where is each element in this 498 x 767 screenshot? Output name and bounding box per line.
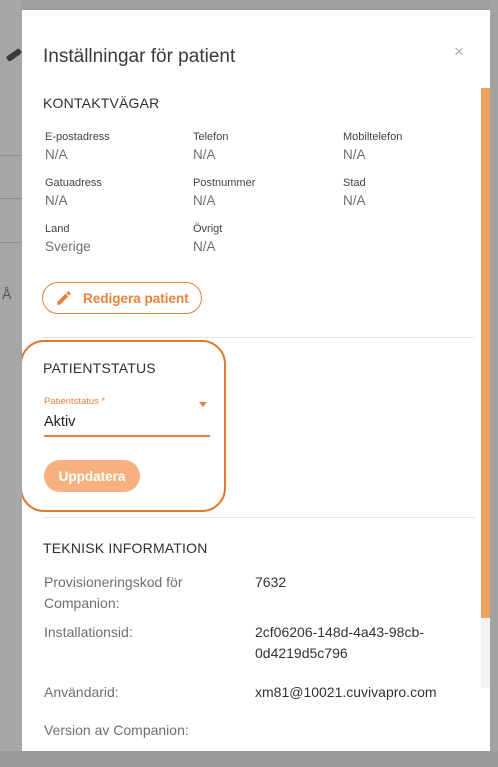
installation-id-key: Installationsid: bbox=[44, 624, 133, 640]
postcode-value: N/A bbox=[193, 193, 216, 208]
scrollbar-thumb[interactable] bbox=[481, 88, 490, 618]
patient-settings-dialog: Inställningar för patient × KONTAKTVÄGAR… bbox=[22, 10, 490, 751]
postcode-label: Postnummer bbox=[193, 177, 256, 189]
backdrop-left-strip bbox=[0, 0, 22, 767]
mobile-label: Mobiltelefon bbox=[343, 131, 403, 143]
backdrop-right-strip bbox=[490, 0, 498, 767]
other-value: N/A bbox=[193, 239, 216, 254]
companion-version-key: Version av Companion: bbox=[44, 722, 189, 738]
section-divider bbox=[43, 337, 475, 338]
patient-status-underline bbox=[44, 435, 210, 437]
backdrop-top bbox=[0, 0, 498, 10]
user-id-key: Användarid: bbox=[44, 684, 119, 700]
email-label: E-postadress bbox=[45, 131, 110, 143]
city-label: Stad bbox=[343, 177, 366, 189]
mobile-value: N/A bbox=[343, 147, 366, 162]
pencil-icon bbox=[57, 291, 71, 305]
backdrop-bottom bbox=[0, 751, 498, 767]
patient-status-heading: PATIENTSTATUS bbox=[43, 360, 156, 376]
email-value: N/A bbox=[45, 147, 68, 162]
backdrop-glyph: Å bbox=[2, 286, 12, 302]
other-label: Övrigt bbox=[193, 223, 223, 235]
update-button[interactable]: Uppdatera bbox=[44, 460, 140, 492]
backdrop-divider bbox=[0, 155, 22, 156]
close-icon[interactable]: × bbox=[454, 42, 464, 62]
provisioning-code-key: Provisioneringskod för Companion: bbox=[44, 574, 183, 611]
dialog-title: Inställningar för patient bbox=[43, 46, 236, 67]
chevron-down-icon[interactable] bbox=[199, 402, 207, 407]
technical-heading: TEKNISK INFORMATION bbox=[43, 540, 208, 556]
backdrop-divider bbox=[0, 242, 22, 243]
section-divider bbox=[43, 517, 475, 518]
country-value: Sverige bbox=[45, 239, 91, 254]
phone-label: Telefon bbox=[193, 131, 229, 143]
city-value: N/A bbox=[343, 193, 366, 208]
phone-value: N/A bbox=[193, 147, 216, 162]
country-label: Land bbox=[45, 223, 70, 235]
installation-id-value: 2cf06206-148d-4a43-98cb-0d4219d5c796 bbox=[255, 624, 424, 661]
user-id-value: xm81@10021.cuvivapro.com bbox=[255, 684, 437, 700]
backdrop-divider bbox=[0, 198, 22, 199]
contact-heading: KONTAKTVÄGAR bbox=[43, 95, 160, 111]
street-label: Gatuadress bbox=[45, 177, 102, 189]
patient-status-select[interactable]: Aktiv bbox=[44, 414, 75, 430]
edit-patient-label: Redigera patient bbox=[83, 290, 189, 306]
edit-patient-button[interactable]: Redigera patient bbox=[42, 282, 202, 314]
patient-status-field-label: Patientstatus * bbox=[44, 396, 106, 407]
provisioning-code-value: 7632 bbox=[255, 574, 287, 590]
street-value: N/A bbox=[45, 193, 68, 208]
